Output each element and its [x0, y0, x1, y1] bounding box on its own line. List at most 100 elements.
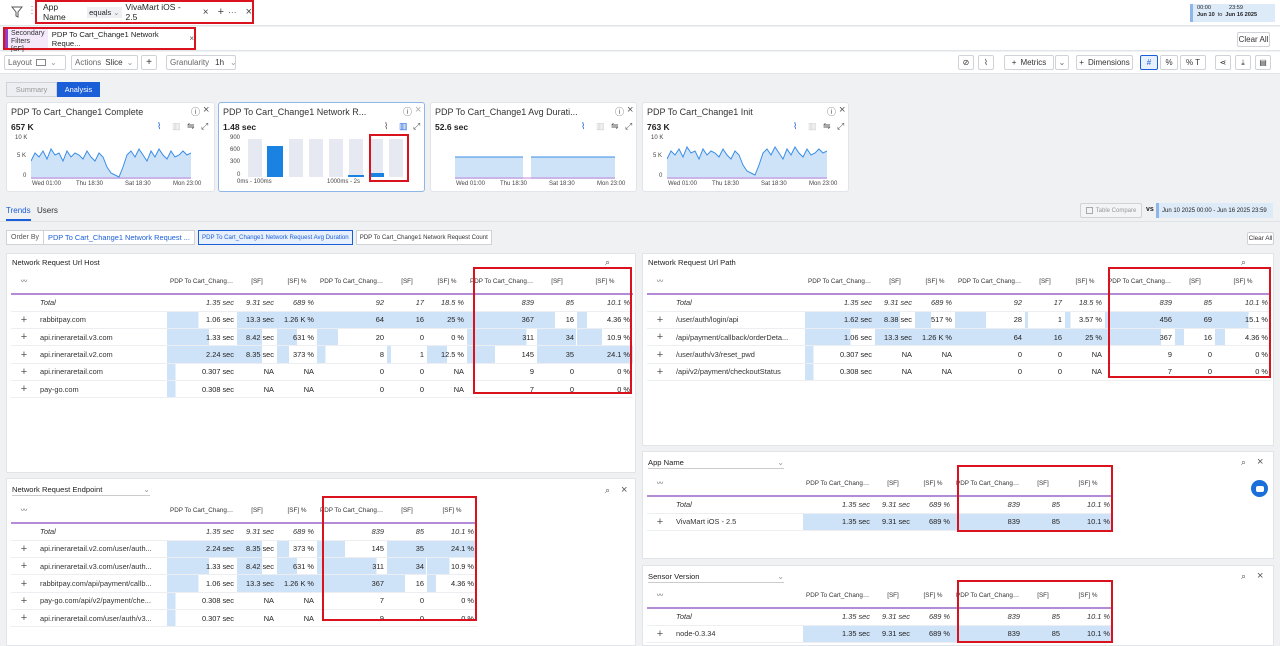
col-avg-sfp[interactable]: [SF] % [913, 584, 953, 609]
trend-header[interactable]: 〰 [647, 584, 673, 609]
orderby-chip-count[interactable]: PDP To Cart_Change1 Network Request Coun… [355, 230, 492, 245]
col-avg-sf[interactable]: [SF] [875, 270, 915, 295]
expand-row-icon[interactable]: + [647, 513, 673, 532]
line-chart-icon[interactable]: ⌇ [157, 121, 161, 132]
expand-row-icon[interactable]: + [11, 380, 37, 399]
expand-row-icon[interactable]: + [11, 363, 37, 381]
trend-header[interactable]: 〰 [11, 270, 37, 295]
expand-row-icon[interactable]: + [11, 328, 37, 347]
more-icon[interactable]: ··· [228, 7, 237, 17]
expand-row-icon[interactable]: + [11, 311, 37, 330]
metrics-button[interactable]: + Metrics [1004, 55, 1054, 70]
dimension-select[interactable]: Network Request Endpoint ⌄ [12, 483, 150, 496]
col-avg-sfp[interactable]: [SF] % [277, 270, 317, 295]
row-name[interactable]: VivaMart iOS - 2.5 [673, 513, 803, 532]
expand-row-icon[interactable]: + [11, 345, 37, 364]
row-name[interactable]: api.rineraretail.v3.com [37, 328, 167, 347]
row-name[interactable]: api.rineraretail.com/user/auth/v3... [37, 609, 167, 628]
col-avg-sf[interactable]: [SF] [873, 584, 913, 609]
close-icon[interactable]: × [415, 104, 421, 116]
info-icon[interactable]: ⓘ [827, 105, 836, 118]
col-avg-sf[interactable]: [SF] [873, 472, 913, 497]
expand-row-icon[interactable]: + [647, 625, 673, 644]
close-icon[interactable]: × [621, 484, 627, 496]
format-percent-total-button[interactable]: % T [1180, 55, 1206, 70]
bar-chart-icon[interactable]: ▥ [172, 121, 181, 132]
clear-all-filters-button[interactable]: Clear All [1237, 32, 1270, 47]
expand-row-icon[interactable]: + [647, 311, 673, 330]
expand-icon[interactable]: ⤢ [413, 121, 420, 132]
expand-row-icon[interactable]: + [11, 574, 37, 593]
col-avg-sf[interactable]: [SF] [237, 270, 277, 295]
chart-compare-icon[interactable]: ⌇ [978, 55, 994, 70]
chat-bubble-button[interactable] [1251, 480, 1268, 497]
filter-value[interactable]: VivaMart iOS - 2.5 [126, 2, 195, 22]
compare-icon[interactable]: ⇋ [823, 121, 831, 132]
expand-row-icon[interactable]: + [11, 557, 37, 576]
row-name[interactable]: rabbitpay.com/api/payment/callb... [37, 574, 167, 593]
granularity-control[interactable]: Granularity 1h ⌄ [166, 55, 237, 70]
line-chart-icon[interactable]: ⌇ [384, 121, 388, 132]
col-failure-sfp[interactable]: [SF] % [1065, 270, 1105, 295]
search-icon[interactable]: ⌕ [1241, 571, 1246, 582]
row-name[interactable]: api.rineraretail.v2.com [37, 345, 167, 364]
tab-users[interactable]: Users [37, 206, 58, 215]
metric-card-init[interactable]: PDP To Cart_Change1 Init ⓘ × 763 K ⌇ ▥ ⇋… [642, 102, 849, 192]
tab-analysis[interactable]: Analysis [57, 82, 100, 97]
expand-row-icon[interactable]: + [11, 609, 37, 628]
row-name[interactable]: pay-go.com/api/v2/payment/che... [37, 592, 167, 610]
format-number-button[interactable]: # [1140, 55, 1158, 70]
close-icon[interactable]: × [627, 104, 633, 116]
search-icon[interactable]: ⌕ [1241, 457, 1246, 468]
info-icon[interactable]: ⓘ [403, 105, 412, 118]
remove-secondary-filter-icon[interactable]: × [189, 34, 194, 43]
close-icon[interactable]: × [1257, 456, 1263, 468]
expand-icon[interactable]: ⤢ [201, 121, 208, 132]
line-chart-icon[interactable]: ⌇ [581, 121, 585, 132]
row-name[interactable]: /api/v2/payment/checkoutStatus [673, 363, 805, 381]
expand-row-icon[interactable]: + [647, 328, 673, 347]
trend-header[interactable]: 〰 [647, 472, 673, 497]
row-name[interactable]: api.rineraretail.v2.com/user/auth... [37, 540, 167, 559]
bar-chart-icon[interactable]: ▥ [596, 121, 605, 132]
layout-control[interactable]: Layout ⌄ [4, 55, 66, 70]
tab-summary[interactable]: Summary [6, 82, 57, 97]
clear-all-orderby-button[interactable]: Clear All [1247, 232, 1274, 245]
col-avg-duration[interactable]: PDP To Cart_Change1 Network Request Avg … [167, 499, 237, 524]
add-filter-icon[interactable]: + [218, 6, 224, 18]
table-compare-toggle[interactable]: Table Compare [1080, 203, 1142, 218]
trend-header[interactable]: 〰 [647, 270, 673, 295]
col-failure[interactable]: PDP To Cart_Change1 Network Request Fail… [317, 270, 387, 295]
close-icon[interactable]: × [203, 104, 209, 116]
expand-icon[interactable]: ⤢ [625, 121, 632, 132]
save-icon[interactable]: ▤ [1255, 55, 1271, 70]
orderby-control[interactable]: Order By PDP To Cart_Change1 Network Req… [6, 230, 196, 245]
share-icon[interactable]: ⋖ [1215, 55, 1231, 70]
col-failure-sf[interactable]: [SF] [1025, 270, 1065, 295]
col-avg-duration[interactable]: PDP To Cart_Change1 Network Request Avg … [167, 270, 237, 295]
line-chart-icon[interactable]: ⌇ [793, 121, 797, 132]
metric-card-avg-duration[interactable]: PDP To Cart_Change1 Avg Durati... ⓘ × 52… [430, 102, 637, 192]
col-avg-duration[interactable]: PDP To Cart_Change1 Network Request Avg … [803, 472, 873, 497]
dimension-select[interactable]: App Name ⌄ [648, 456, 784, 469]
col-avg-sfp[interactable]: [SF] % [277, 499, 317, 524]
filter-icon[interactable] [10, 5, 24, 19]
orderby-value[interactable]: PDP To Cart_Change1 Network Request ... [44, 233, 194, 242]
close-icon[interactable]: × [839, 104, 845, 116]
compare-date-range[interactable]: Jun 10 2025 00:00 - Jun 16 2025 23:59 [1156, 203, 1273, 218]
search-icon[interactable]: ⌕ [605, 485, 610, 496]
secondary-filter-chip[interactable]: PDP To Cart_Change1 Network Reque... × [52, 30, 194, 48]
expand-icon[interactable]: ⤢ [837, 121, 844, 132]
row-name[interactable]: pay-go.com [37, 380, 167, 399]
trend-header[interactable]: 〰 [11, 499, 37, 524]
compare-icon[interactable]: ⇋ [187, 121, 195, 132]
col-avg-duration[interactable]: PDP To Cart_Change1 Network Request Avg … [805, 270, 875, 295]
actions-control[interactable]: Actions Slice ⌄ [71, 55, 138, 70]
metrics-dropdown[interactable]: ⌄ [1055, 55, 1069, 70]
slice-value[interactable]: Slice [105, 58, 122, 67]
filter-field[interactable]: App Name [43, 2, 83, 22]
expand-row-icon[interactable]: + [11, 592, 37, 610]
row-name[interactable]: rabbitpay.com [37, 311, 167, 330]
row-name[interactable]: /user/auth/v3/reset_pwd [673, 345, 805, 364]
bar-chart-icon[interactable]: ▥ [808, 121, 817, 132]
